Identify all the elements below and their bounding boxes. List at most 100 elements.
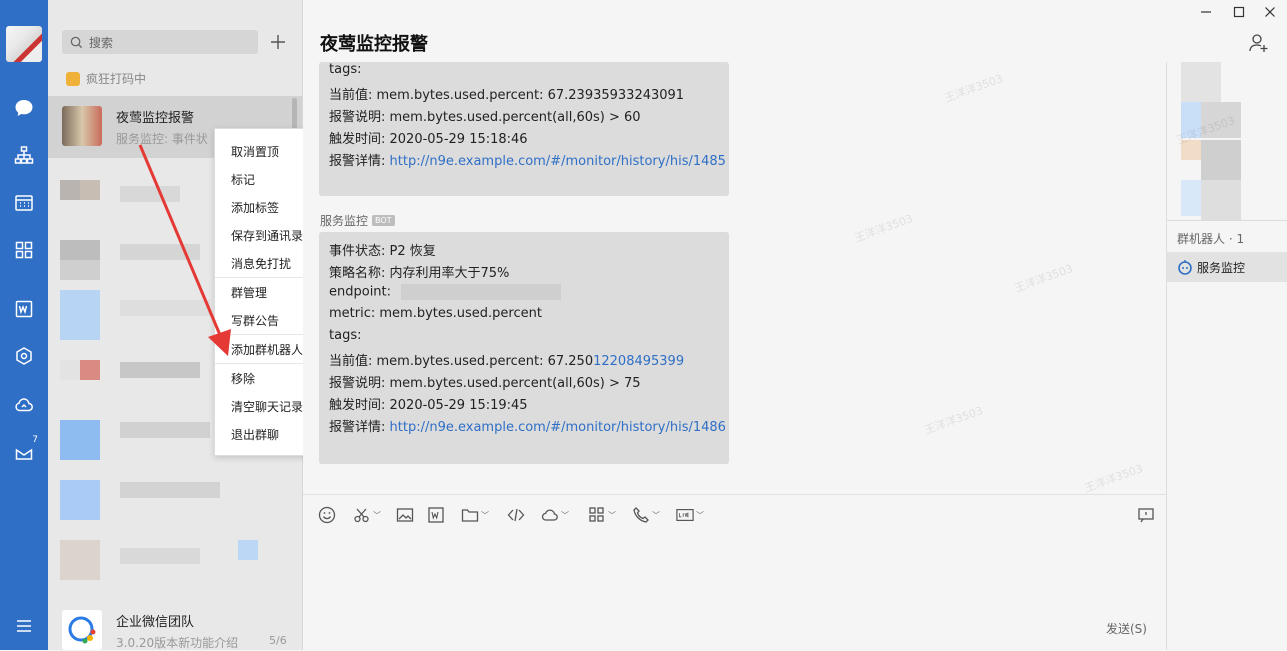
folder-icon (461, 509, 479, 522)
list-scrollbar[interactable] (292, 98, 297, 130)
chevron-down-icon: ﹀ (696, 510, 704, 520)
watermark: 王洋洋3503 (1082, 461, 1145, 496)
menu-item-unpin[interactable]: 取消置顶 (231, 143, 279, 160)
input-toolbar: ﹀ ﹀ ﹀ ﹀ ﹀ ﹀ (303, 494, 1166, 535)
message-sender: 服务监控 BOT (320, 212, 395, 229)
conversation-title: 企业微信团队 (116, 615, 195, 630)
maximize-button[interactable] (1231, 4, 1247, 20)
group-info-panel: 群机器人 · 1 服务监控 王洋洋3503 (1166, 62, 1287, 650)
live-button[interactable]: ﹀ (676, 505, 704, 525)
emoji-button[interactable] (318, 505, 336, 525)
msg-metric: metric: mem.bytes.used.percent (329, 306, 542, 321)
msg-detail-label: 报警详情: (329, 154, 386, 169)
menu-item-exit-group[interactable]: 退出群聊 (231, 426, 279, 443)
msg-tags: tags: (329, 62, 362, 77)
msg-detail-link[interactable]: http://n9e.example.com/#/monitor/history… (390, 154, 726, 169)
plus-icon (271, 35, 285, 49)
menu-icon[interactable] (12, 614, 36, 638)
conversation-preview: 3.0.20版本新功能介绍 (116, 636, 239, 650)
org-chart-icon[interactable] (12, 143, 36, 167)
robot-name: 服务监控 (1197, 260, 1246, 275)
watermark: 王洋洋3503 (1012, 261, 1075, 296)
history-button[interactable] (1137, 505, 1155, 525)
apps-button[interactable]: ﹀ (588, 505, 616, 525)
mail-badge: 7 (32, 435, 38, 445)
user-avatar[interactable] (6, 26, 42, 62)
chevron-down-icon: ﹀ (373, 510, 381, 520)
msg-detail: 报警详情: http://n9e.example.com/#/monitor/h… (329, 416, 726, 435)
menu-item-mute[interactable]: 消息免打扰 (231, 255, 291, 272)
apps-grid-icon[interactable] (12, 238, 36, 262)
mail-icon[interactable]: 7 (12, 435, 38, 464)
msg-current-suffix: 12208495399 (593, 354, 685, 369)
msg-current-value: 当前值: mem.bytes.used.percent: 67.25012208… (329, 350, 684, 369)
conversation-title: 夜莺监控报警 (116, 111, 195, 126)
msg-endpoint: endpoint: (329, 284, 562, 300)
cloud-icon (541, 509, 558, 521)
menu-item-mark[interactable]: 标记 (231, 171, 255, 188)
document-icon[interactable] (12, 297, 36, 321)
sender-name[interactable]: 服务监控 (320, 212, 368, 229)
add-button[interactable] (266, 30, 290, 54)
message-history-icon (1138, 508, 1154, 523)
watermark: 王洋洋3503 (942, 71, 1005, 106)
status-line[interactable]: 疯狂打码中 (66, 70, 146, 87)
watermark: 王洋洋3503 (852, 211, 915, 246)
status-text: 疯狂打码中 (86, 72, 147, 86)
image-button[interactable] (396, 505, 414, 525)
menu-item-remove[interactable]: 移除 (231, 370, 255, 387)
maximize-icon (1233, 6, 1245, 18)
search-icon (70, 36, 83, 48)
message-icon[interactable] (12, 96, 36, 120)
search-placeholder: 搜索 (89, 35, 114, 50)
send-button[interactable]: 发送(S) (1106, 620, 1147, 637)
group-avatar (62, 106, 102, 146)
chevron-down-icon: ﹀ (608, 510, 616, 520)
add-user-icon (1249, 34, 1268, 52)
menu-item-add-tag[interactable]: 添加标签 (231, 199, 279, 216)
menu-item-clear-history[interactable]: 清空聊天记录 (231, 398, 303, 415)
cloud-drive-icon[interactable] (12, 393, 36, 417)
msg-trigger-time: 触发时间: 2020-05-29 15:19:45 (329, 398, 528, 413)
menu-item-add-robot[interactable]: 添加群机器人 (231, 341, 303, 358)
message-bubble[interactable]: tags: 当前值: mem.bytes.used.percent: 67.23… (319, 62, 729, 196)
message-bubble[interactable]: 事件状态: P2 恢复 策略名称: 内存利用率大于75% endpoint: m… (319, 232, 729, 464)
status-emoji-icon (66, 71, 80, 86)
msg-detail: 报警详情: http://n9e.example.com/#/monitor/h… (329, 150, 726, 169)
msg-detail-link[interactable]: http://n9e.example.com/#/monitor/history… (390, 420, 726, 435)
code-button[interactable] (507, 505, 525, 525)
chat-bubble-logo-icon (68, 616, 96, 644)
calendar-icon[interactable] (12, 191, 36, 215)
msg-description: 报警说明: mem.bytes.used.percent(all,60s) > … (329, 110, 641, 125)
conversation-item[interactable]: 企业微信团队 3.0.20版本新功能介绍 5/6 (48, 600, 302, 650)
add-member-button[interactable] (1248, 32, 1270, 54)
close-icon (1265, 7, 1275, 17)
wecom-team-logo (62, 610, 102, 650)
cloud-button[interactable]: ﹀ (541, 505, 569, 525)
msg-policy-name: 策略名称: 内存利用率大于75% (329, 266, 510, 281)
call-button[interactable]: ﹀ (632, 505, 660, 525)
cube-icon[interactable] (12, 344, 36, 368)
msg-description: 报警说明: mem.bytes.used.percent(all,60s) > … (329, 376, 641, 391)
robot-item[interactable]: 服务监控 (1167, 252, 1287, 282)
menu-item-group-manage[interactable]: 群管理 (231, 284, 267, 301)
msg-tags: tags: (329, 328, 362, 343)
minimize-button[interactable] (1198, 4, 1214, 20)
conversation-preview: 服务监控: 事件状 (116, 132, 208, 146)
search-box[interactable]: 搜索 (62, 30, 258, 54)
robot-count-label: 群机器人 · 1 (1177, 232, 1245, 246)
divider (1167, 220, 1287, 221)
menu-item-announcement[interactable]: 写群公告 (231, 312, 279, 329)
emoji-icon (318, 506, 336, 524)
close-button[interactable] (1262, 4, 1278, 20)
document-button[interactable] (427, 505, 445, 525)
phone-icon (633, 507, 649, 523)
apps-grid-icon (589, 507, 604, 522)
menu-item-save-contacts[interactable]: 保存到通讯录 (231, 227, 303, 244)
bot-badge: BOT (372, 215, 395, 226)
screenshot-button[interactable]: ﹀ (353, 505, 381, 525)
msg-current-prefix: 当前值: mem.bytes.used.percent: 67.250 (329, 354, 594, 369)
msg-trigger-time: 触发时间: 2020-05-29 15:18:46 (329, 132, 528, 147)
folder-button[interactable]: ﹀ (461, 505, 489, 525)
word-doc-icon (428, 507, 444, 523)
